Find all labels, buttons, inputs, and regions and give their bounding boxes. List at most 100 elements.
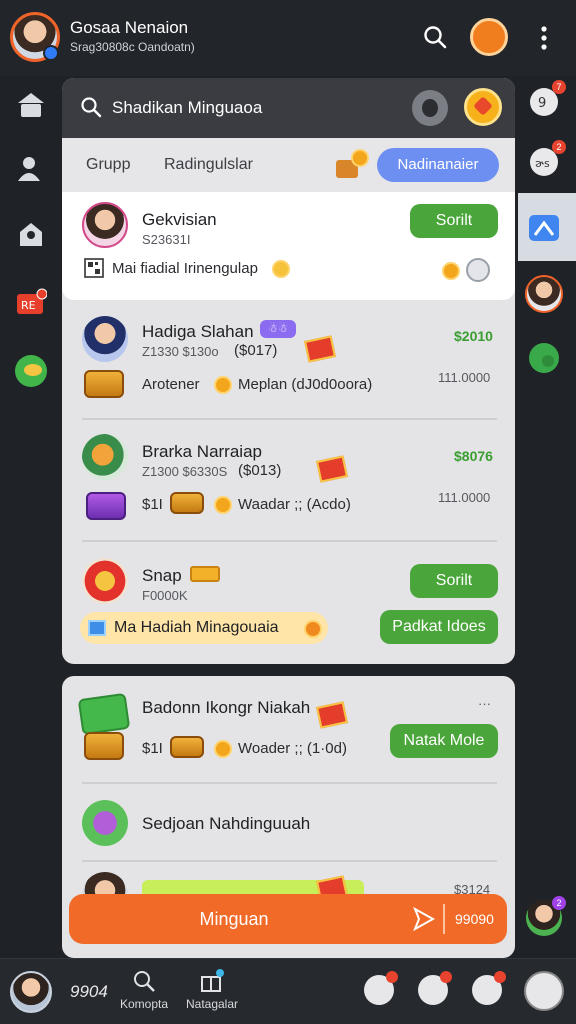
- right-rail-notification-2[interactable]: ɚs 2: [524, 140, 566, 182]
- chat-bubble-icon[interactable]: [14, 354, 48, 388]
- send-icon[interactable]: [413, 907, 435, 931]
- item-secondary-button[interactable]: Padkat Idoes: [380, 610, 498, 644]
- item-highlight: ($013): [238, 462, 282, 479]
- item-label: Waadar ;; (Acdo): [238, 496, 351, 513]
- voice-search-icon[interactable]: [412, 90, 448, 126]
- profile-avatar[interactable]: [10, 12, 60, 62]
- bottom-nav-count: 9904: [70, 982, 108, 1001]
- coin-icon: [304, 620, 322, 638]
- list-item[interactable]: Sedjoan Nahdinguuah: [62, 794, 515, 854]
- right-rail-avatar[interactable]: [524, 274, 564, 314]
- qr-icon: [84, 258, 104, 278]
- users-icon[interactable]: [14, 152, 48, 186]
- treasure-chest-icon: [84, 370, 124, 398]
- chat-icon[interactable]: [364, 971, 398, 1005]
- item-more[interactable]: ···: [478, 696, 491, 711]
- notification-badge: [440, 971, 452, 983]
- primary-action-label: Minguan: [199, 909, 269, 929]
- clock-icon: [466, 258, 490, 282]
- item-highlight: ($017): [234, 342, 278, 359]
- right-rail-bottom-avatar[interactable]: 2: [524, 896, 566, 938]
- main-panel: Shadikan Minguaoa Grupp Radingulslar Nad…: [62, 78, 515, 664]
- list-item[interactable]: Hadiga Slahan ☃☃ Z1330 $130o ($017) $201…: [62, 310, 515, 420]
- coins-icon: [336, 149, 369, 178]
- divider: [82, 540, 497, 542]
- ticket-icon: [190, 566, 220, 582]
- coin-icon: [214, 496, 232, 514]
- tab-group[interactable]: Grupp: [86, 156, 130, 174]
- bottom-nav-label: Komopta: [119, 997, 169, 1011]
- box-icon: [88, 620, 106, 636]
- list-item[interactable]: Badonn Ikongr Niakah ··· $1I Woader ;; (…: [62, 690, 515, 786]
- item-price: $2010: [454, 328, 493, 344]
- search-bar[interactable]: Shadikan Minguaoa: [62, 78, 515, 138]
- bottom-nav-item-search[interactable]: Komopta: [112, 969, 176, 1011]
- tab-other[interactable]: Radingulslar: [164, 156, 253, 174]
- list-item[interactable]: Snap F0000K Sorilt Ma Hadiah Minagouaia …: [62, 550, 515, 660]
- item-name: Hadiga Slahan: [142, 322, 254, 341]
- divider: [82, 418, 497, 420]
- item-action-button[interactable]: Sorilt: [410, 564, 498, 598]
- action-count: 99090: [455, 911, 494, 927]
- search-icon: [134, 971, 155, 992]
- divider: [82, 860, 497, 862]
- item-meta: Z1330 $130o: [142, 344, 219, 359]
- mascot-icon[interactable]: [464, 88, 502, 126]
- right-rail-notification-1[interactable]: 9 7: [524, 80, 566, 122]
- item-label: Arotener: [142, 376, 200, 393]
- tab-active-button[interactable]: Nadinanaier: [377, 148, 499, 182]
- separator: [443, 904, 445, 934]
- profile-subtitle: Srag30808c Oandoatn): [70, 40, 195, 54]
- tab-bar: Grupp Radingulslar Nadinanaier: [62, 138, 515, 192]
- list-item[interactable]: Brarka Narraiap Z1300 $6330S ($013) $807…: [62, 430, 515, 540]
- profile-name: Gosaa Nenaion: [70, 18, 189, 37]
- brand-logo-icon[interactable]: [470, 18, 508, 56]
- item-quantity: 111.0000: [438, 370, 491, 385]
- featured-action-button[interactable]: Sorilt: [410, 204, 498, 238]
- game-controller-icon[interactable]: [472, 971, 506, 1005]
- gold-coin-icon: [272, 260, 290, 278]
- treasure-chest-icon: [170, 736, 204, 758]
- item-label: Meplan (dJ0d0oora): [238, 376, 373, 393]
- item-quantity: 111.0000: [438, 490, 491, 505]
- gift-icon[interactable]: RE: [14, 286, 48, 320]
- item-action-button[interactable]: Natak Mole: [390, 724, 498, 758]
- home-icon[interactable]: [14, 88, 48, 122]
- item-label: $1I: [142, 740, 163, 757]
- bottom-nav-avatar[interactable]: [10, 971, 52, 1013]
- account-icon[interactable]: [14, 218, 48, 252]
- featured-item[interactable]: Gekvisian S23631I Sorilt Mai fiadial Iri…: [62, 192, 515, 300]
- featured-name: Gekvisian: [142, 210, 217, 229]
- search-query-text: Shadikan Minguaoa: [112, 98, 263, 117]
- item-name: Sedjoan Nahdinguuah: [142, 814, 311, 833]
- item-avatar: [82, 558, 128, 604]
- featured-code: S23631I: [142, 232, 191, 247]
- svg-text:ɚs: ɚs: [535, 157, 550, 170]
- search-icon[interactable]: [422, 24, 448, 50]
- gold-coin-icon: [442, 262, 460, 280]
- promo-pill[interactable]: Ma Hadiah Minagouaia: [80, 612, 328, 644]
- cash-icon: [77, 692, 131, 736]
- more-menu-icon[interactable]: [532, 24, 556, 52]
- svg-text:RE: RE: [21, 299, 36, 312]
- bottom-nav-item-gifts[interactable]: Natagalar: [180, 969, 244, 1011]
- search-icon: [81, 97, 102, 118]
- primary-action-bar[interactable]: Minguan 99090: [69, 894, 507, 944]
- right-rail-active-icon[interactable]: [524, 208, 564, 248]
- gift-box-icon: [201, 969, 224, 992]
- bottom-navigation: 9904 Komopta Natagalar: [0, 958, 576, 1024]
- face-icon[interactable]: [418, 971, 452, 1005]
- coin-icon: [214, 740, 232, 758]
- featured-avatar: [82, 202, 128, 248]
- svg-text:9: 9: [538, 96, 546, 111]
- right-rail-green-icon[interactable]: [524, 338, 564, 378]
- item-price: $8076: [454, 448, 493, 464]
- item-name: Badonn Ikongr Niakah: [142, 698, 311, 717]
- purple-chest-icon: [86, 492, 126, 520]
- timer-icon[interactable]: [524, 971, 564, 1011]
- notification-badge: 2: [552, 140, 566, 154]
- notification-badge: [494, 971, 506, 983]
- red-envelope-icon: [304, 335, 336, 363]
- app-header: Gosaa Nenaion Srag30808c Oandoatn): [0, 0, 576, 76]
- bottom-nav-label: Natagalar: [185, 997, 239, 1011]
